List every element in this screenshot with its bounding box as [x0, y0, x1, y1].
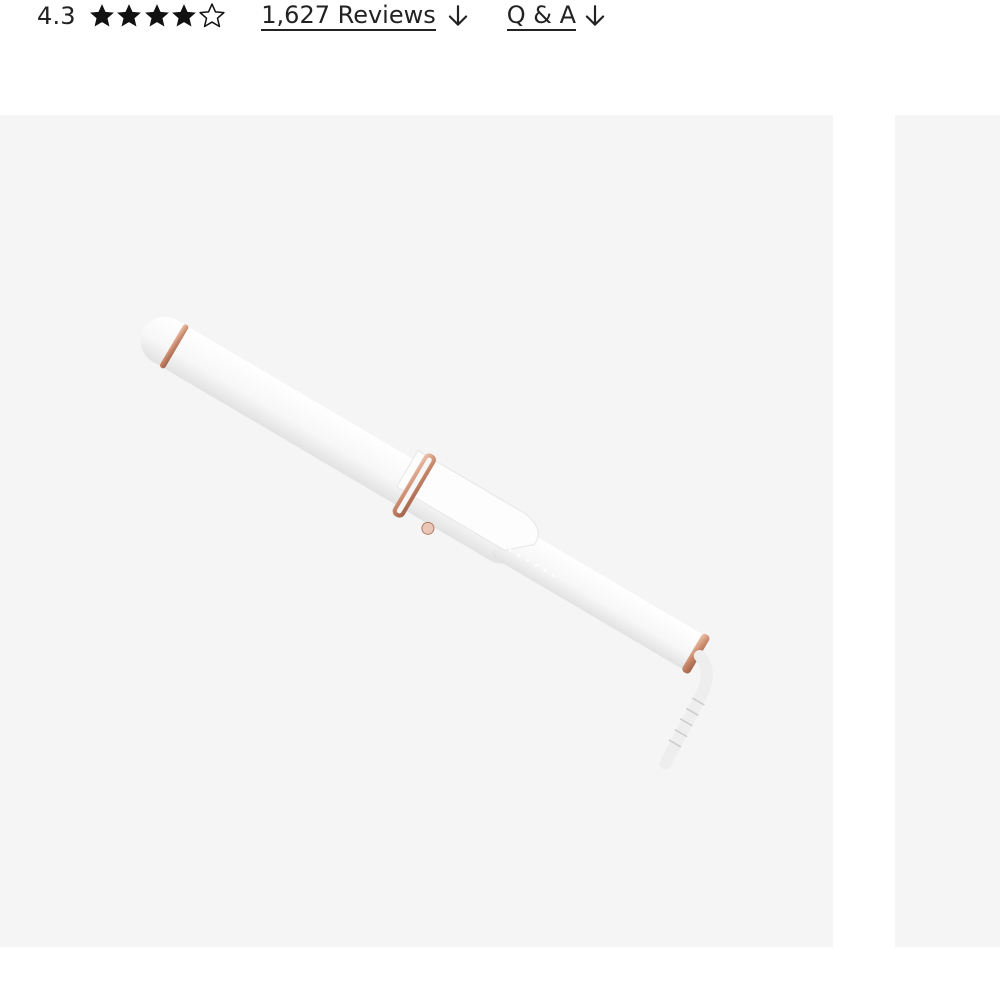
reviews-link[interactable]: 1,627 Reviews	[261, 2, 470, 31]
star-rating	[88, 2, 226, 30]
reviews-link-label: 1,627 Reviews	[261, 0, 436, 31]
qa-link-label: Q & A	[506, 0, 577, 31]
product-image-main[interactable]	[0, 115, 833, 947]
arrow-down-icon	[448, 5, 467, 26]
product-page: 4.3 1,627 Reviews Q & A	[0, 0, 1000, 1000]
star-filled-icon	[172, 4, 197, 27]
star-filled-icon	[144, 4, 169, 27]
arrow-down-icon	[585, 5, 605, 26]
rating-value: 4.3	[37, 2, 76, 30]
curling-iron-image	[140, 316, 713, 770]
product-image-next[interactable]	[895, 115, 1000, 947]
star-filled-icon	[89, 4, 114, 27]
star-filled-icon	[117, 4, 142, 27]
star-outline-icon	[199, 3, 225, 28]
rating-summary: 4.3 1,627 Reviews Q & A	[37, 0, 608, 32]
qa-link[interactable]: Q & A	[506, 0, 608, 31]
